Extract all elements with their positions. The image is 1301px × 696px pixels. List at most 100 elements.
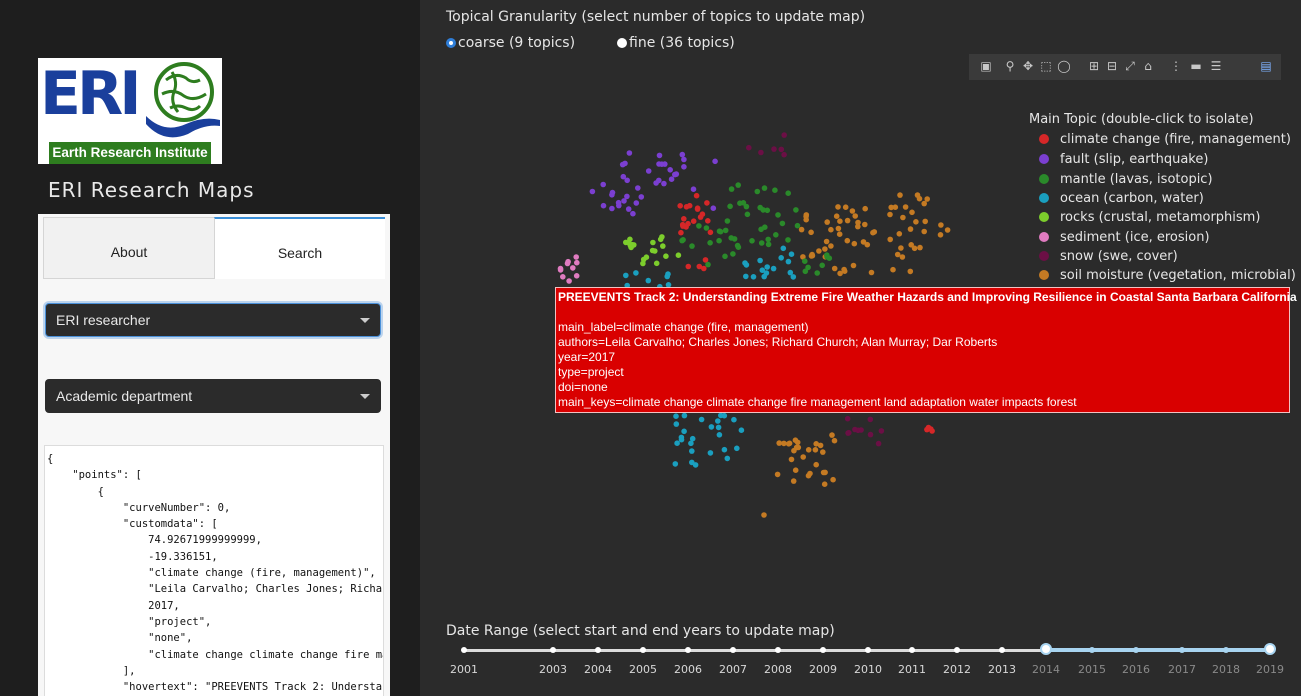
scatter-point[interactable]	[761, 185, 768, 191]
scatter-point[interactable]	[808, 229, 814, 236]
scatter-point[interactable]	[773, 232, 779, 238]
scatter-point[interactable]	[772, 187, 778, 193]
scatter-point[interactable]	[887, 211, 893, 218]
scatter-point[interactable]	[668, 176, 675, 182]
scatter-point[interactable]	[660, 243, 666, 249]
scatter-point[interactable]	[867, 416, 874, 423]
scatter-point[interactable]	[570, 265, 576, 271]
scatter-point[interactable]	[814, 270, 820, 276]
scatter-point[interactable]	[786, 440, 793, 447]
scatter-point[interactable]	[844, 415, 851, 422]
scatter-point[interactable]	[707, 450, 714, 456]
legend-item-rocks[interactable]: rocks (crustal, metamorphism)	[1039, 209, 1260, 227]
scatter-point[interactable]	[628, 244, 634, 251]
scatter-point[interactable]	[788, 251, 795, 257]
legend-item-climate-change[interactable]: climate change (fire, management)	[1039, 131, 1291, 149]
scatter-point[interactable]	[623, 272, 629, 279]
scatter-point[interactable]	[757, 257, 763, 264]
date-slider-year-label[interactable]: 2015	[1078, 663, 1106, 676]
scatter-point[interactable]	[696, 263, 703, 270]
tab-about[interactable]: About	[43, 217, 214, 279]
scatter-point[interactable]	[653, 260, 660, 267]
date-slider-year-label[interactable]: 2003	[539, 663, 567, 676]
scatter-point[interactable]	[899, 254, 906, 260]
scatter-point[interactable]	[792, 467, 799, 474]
legend-item-snow[interactable]: snow (swe, cover)	[1039, 248, 1178, 266]
scatter-point[interactable]	[828, 226, 834, 233]
scatter-point[interactable]	[633, 200, 640, 206]
scatter-point[interactable]	[633, 270, 639, 276]
click-data-output[interactable]: { "points": [ { "curveNumber": 0, "custo…	[44, 445, 384, 696]
tab-search[interactable]: Search	[214, 217, 385, 279]
scatter-point[interactable]	[731, 236, 738, 242]
scatter-point[interactable]	[685, 263, 692, 270]
date-slider-year-label[interactable]: 2011	[898, 663, 926, 676]
scatter-point[interactable]	[837, 218, 843, 224]
scatter-point[interactable]	[715, 424, 722, 431]
date-slider-tick[interactable]	[865, 647, 871, 653]
scatter-point[interactable]	[673, 413, 679, 420]
date-slider-year-label[interactable]: 2004	[584, 663, 612, 676]
scatter-point[interactable]	[802, 258, 808, 265]
scatter-point[interactable]	[921, 228, 927, 235]
scatter-point[interactable]	[645, 168, 652, 174]
scatter-point[interactable]	[716, 237, 722, 244]
scatter-point[interactable]	[712, 158, 718, 165]
scatter-point[interactable]	[897, 192, 903, 198]
scatter-point[interactable]	[803, 216, 809, 223]
scatter-point[interactable]	[758, 149, 764, 156]
scatter-point[interactable]	[728, 186, 735, 192]
scatter-point[interactable]	[871, 229, 878, 235]
scatter-point[interactable]	[735, 182, 741, 188]
scatter-point[interactable]	[922, 218, 928, 225]
date-slider-tick[interactable]	[550, 647, 556, 653]
scatter-point[interactable]	[672, 461, 679, 467]
scatter-point[interactable]	[813, 441, 819, 447]
scatter-point[interactable]	[680, 223, 686, 229]
scatter-point[interactable]	[722, 253, 728, 260]
scatter-point[interactable]	[785, 258, 792, 265]
scatter-point[interactable]	[677, 203, 683, 209]
date-slider-year-label[interactable]: 2013	[988, 663, 1016, 676]
scatter-point[interactable]	[650, 239, 656, 246]
scatter-point[interactable]	[557, 265, 564, 272]
scatter-point[interactable]	[707, 229, 714, 236]
scatter-point[interactable]	[705, 261, 711, 268]
scatter-point[interactable]	[754, 188, 761, 195]
scatter-point[interactable]	[820, 449, 826, 455]
scatter-point[interactable]	[560, 274, 566, 280]
scatter-point[interactable]	[765, 241, 772, 248]
scatter-point[interactable]	[774, 471, 781, 478]
scatter-point[interactable]	[679, 237, 685, 244]
scatter-point[interactable]	[798, 226, 805, 233]
scatter-point[interactable]	[849, 208, 856, 214]
scatter-point[interactable]	[705, 218, 711, 224]
scatter-point[interactable]	[928, 426, 934, 432]
scatter-point[interactable]	[689, 243, 695, 249]
scatter-point[interactable]	[643, 254, 650, 260]
scatter-point[interactable]	[730, 251, 736, 257]
scatter-point[interactable]	[924, 196, 930, 202]
scatter-point[interactable]	[816, 248, 822, 254]
scatter-point[interactable]	[803, 212, 810, 218]
scatter-point[interactable]	[681, 428, 687, 435]
scatter-point[interactable]	[665, 271, 671, 277]
scatter-point[interactable]	[878, 428, 885, 434]
date-slider-tick[interactable]	[999, 647, 1005, 653]
date-slider-tick[interactable]	[909, 647, 915, 653]
scatter-point[interactable]	[776, 440, 782, 446]
scatter-point[interactable]	[681, 412, 688, 419]
scatter-point[interactable]	[907, 226, 914, 232]
scatter-point[interactable]	[844, 237, 851, 244]
scatter-point[interactable]	[770, 265, 777, 272]
scatter-point[interactable]	[734, 242, 741, 249]
scatter-point[interactable]	[627, 236, 633, 243]
scatter-point[interactable]	[812, 447, 819, 453]
scatter-point[interactable]	[888, 204, 894, 211]
scatter-point[interactable]	[855, 223, 861, 230]
scatter-point[interactable]	[779, 220, 786, 227]
scatter-point[interactable]	[675, 252, 682, 258]
scatter-point[interactable]	[828, 243, 834, 249]
scatter-point[interactable]	[823, 238, 830, 245]
scatter-point[interactable]	[697, 214, 704, 220]
